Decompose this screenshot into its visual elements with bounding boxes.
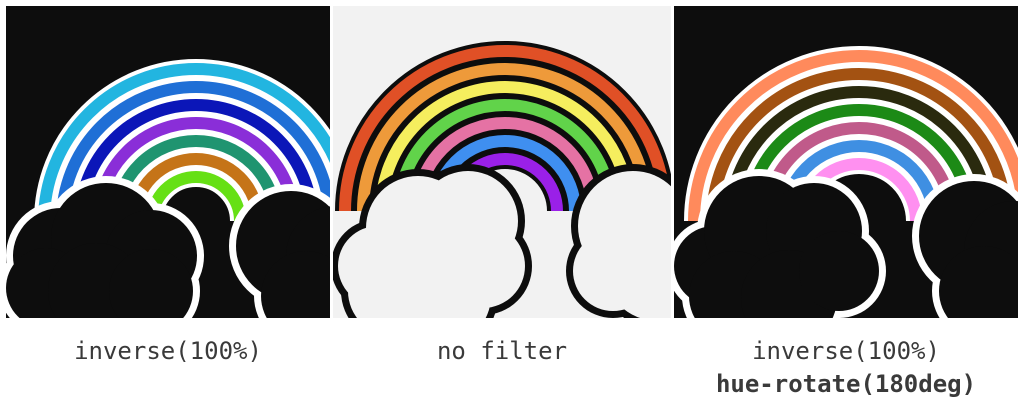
caption-hue-rotate: hue-rotate(180deg) — [715, 370, 977, 398]
caption-no-filter: no filter — [436, 337, 568, 365]
rainbow-image-inverted-hue-rotated — [674, 6, 1018, 318]
filter-comparison: inverse(100%) no filter inverse(100%) hu… — [0, 0, 1024, 409]
rainbow-illustration — [674, 46, 1018, 318]
rainbow-illustration — [6, 59, 330, 318]
rainbow-illustration — [333, 41, 671, 318]
cloud-left — [6, 176, 204, 318]
rainbow-image-inverted — [6, 6, 330, 318]
cloud-right — [912, 174, 1018, 318]
rainbow-image-original — [333, 6, 671, 318]
caption-inverse-hue: inverse(100%) — [752, 337, 940, 365]
caption-inverse: inverse(100%) — [74, 337, 262, 365]
